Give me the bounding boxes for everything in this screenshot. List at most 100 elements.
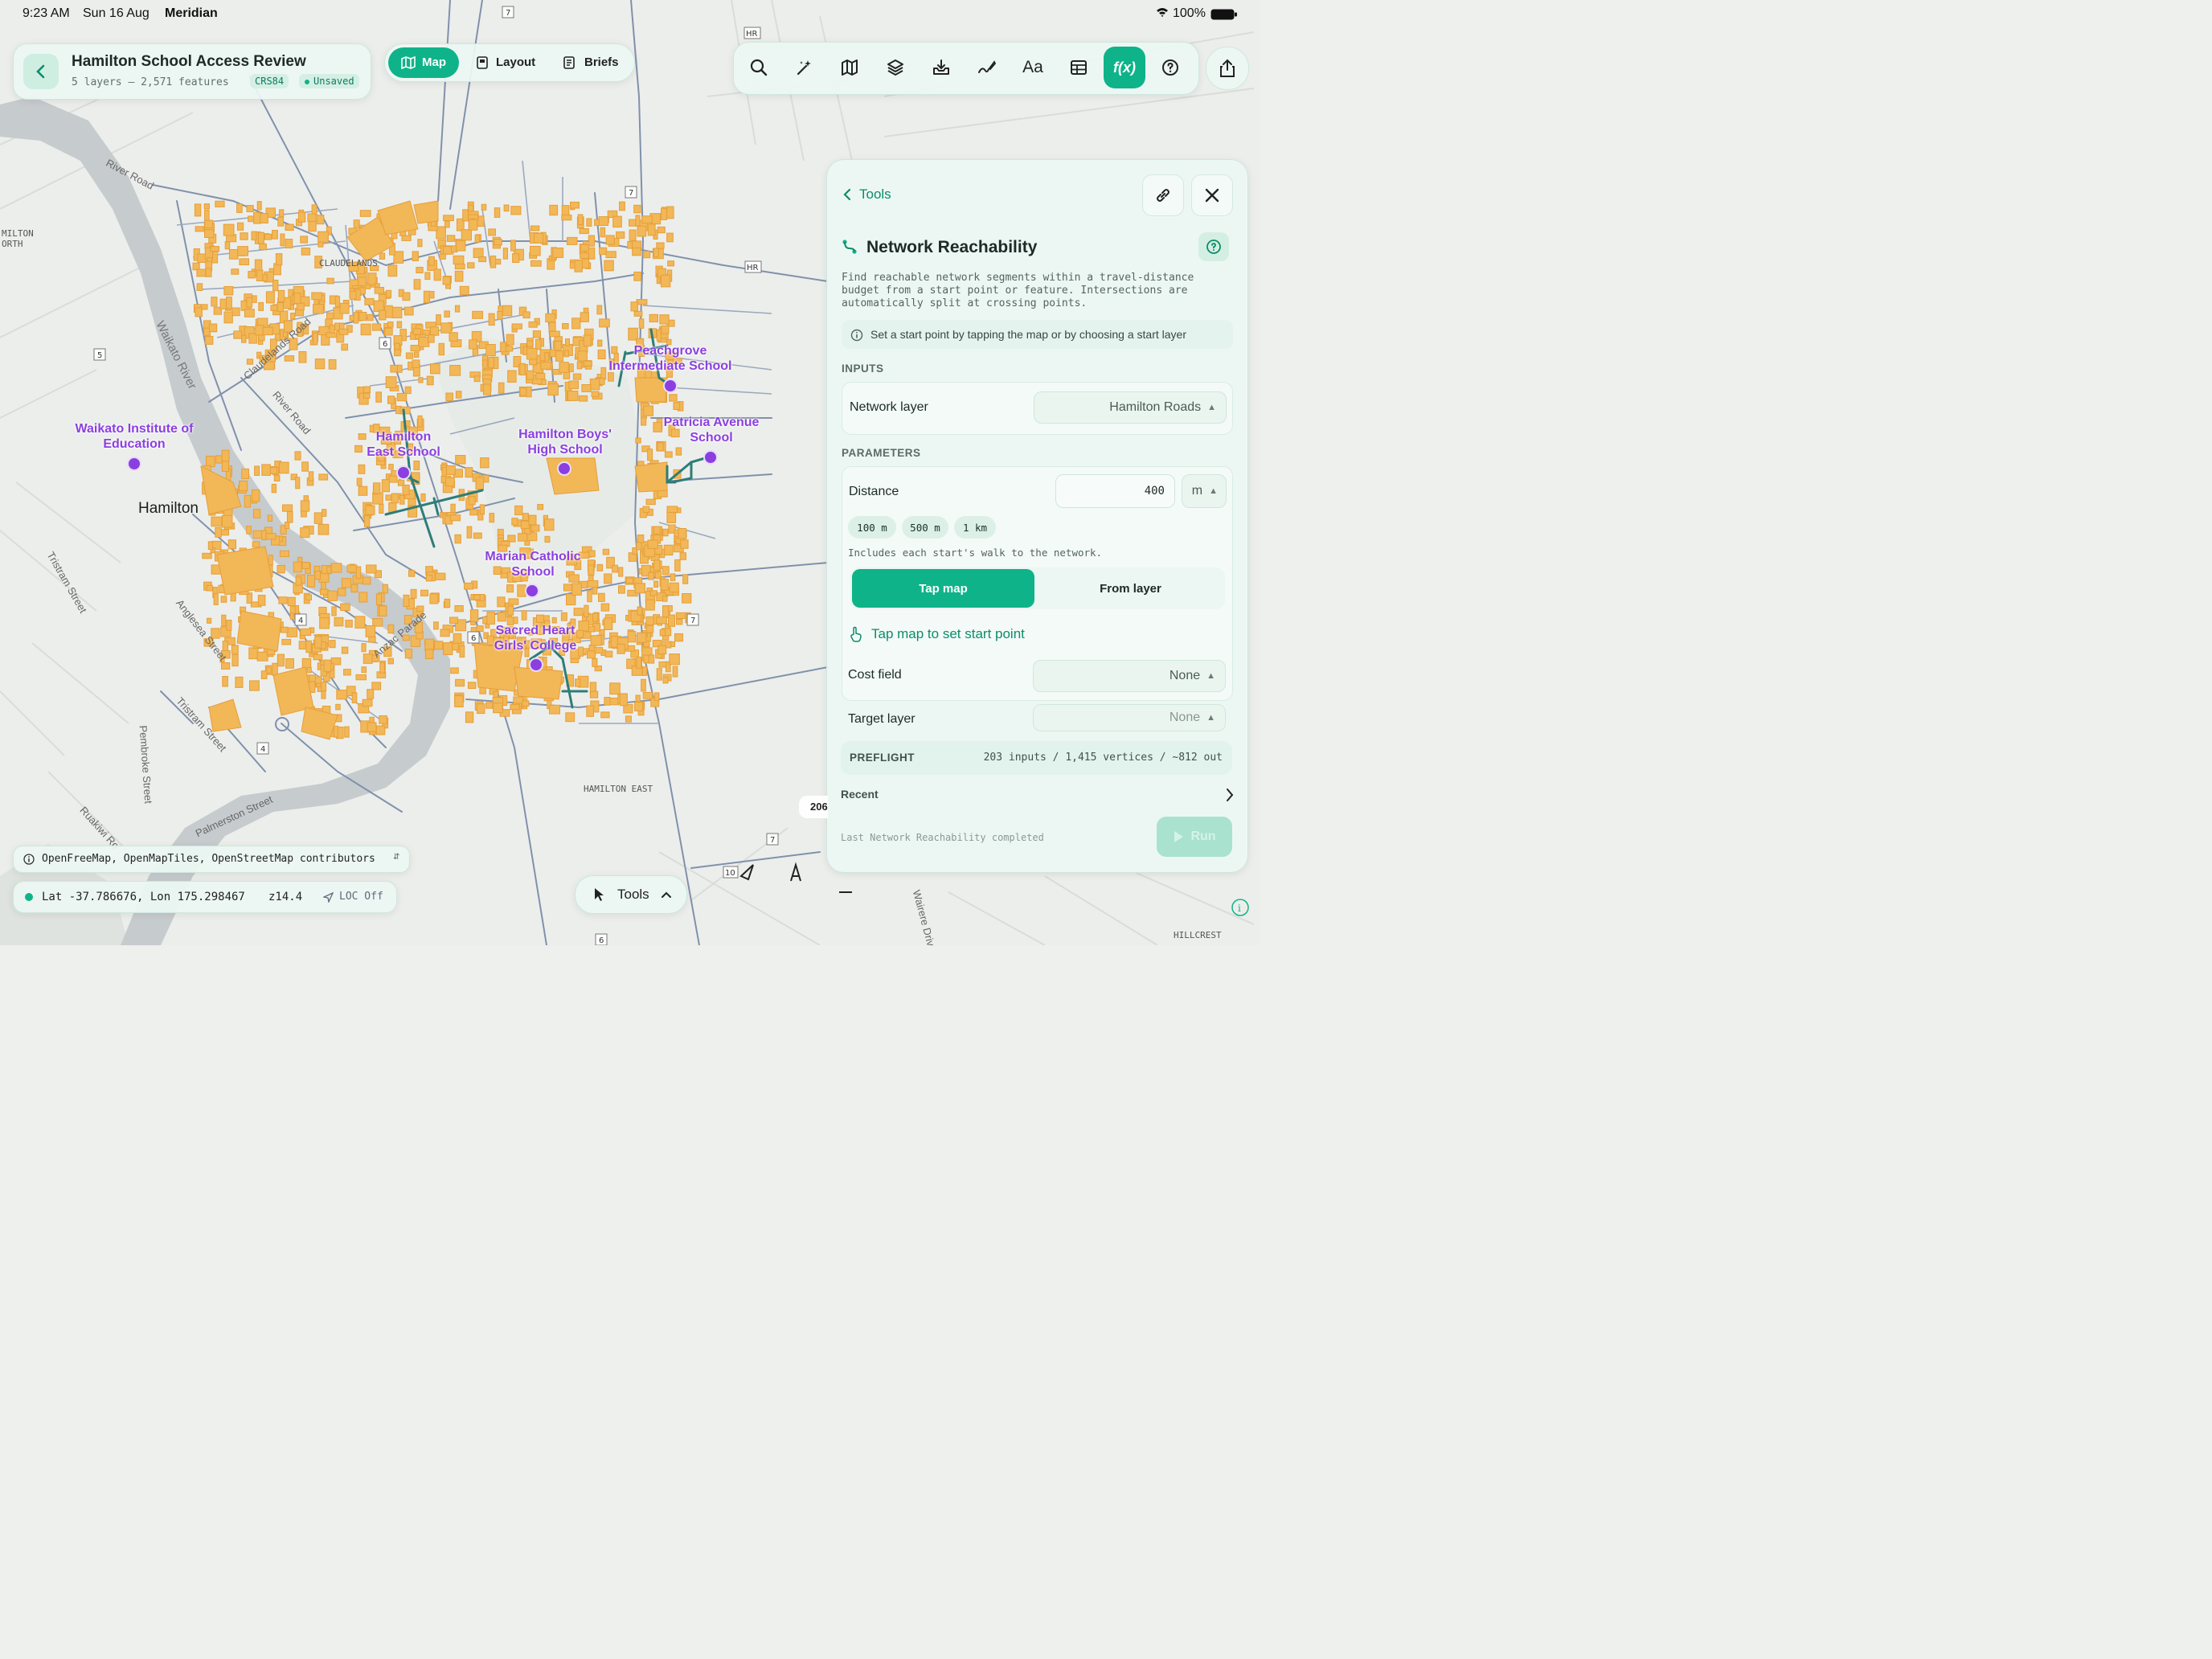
table-icon xyxy=(1071,60,1087,75)
building-footprint xyxy=(530,260,542,267)
cost-field-select[interactable]: None ▲︎ xyxy=(1033,660,1226,692)
building-footprint xyxy=(196,283,203,291)
crs-badge[interactable]: CRS84 xyxy=(250,74,289,88)
building-footprint xyxy=(511,518,518,526)
tab-map-label: Map xyxy=(422,55,446,69)
network-layer-label: Network layer xyxy=(850,400,928,414)
building-footprint xyxy=(314,358,326,370)
tab-map[interactable]: Map xyxy=(388,47,459,78)
back-button[interactable] xyxy=(23,54,59,89)
building-footprint xyxy=(379,309,387,321)
building-footprint xyxy=(641,678,646,692)
building-footprint xyxy=(228,249,239,260)
building-footprint xyxy=(261,464,271,476)
help-icon xyxy=(1162,59,1178,76)
tab-briefs[interactable]: Briefs xyxy=(560,47,629,78)
building-footprint xyxy=(436,314,441,326)
building-footprint xyxy=(329,640,336,649)
building-footprint xyxy=(497,612,506,622)
building-footprint xyxy=(464,582,473,590)
building-footprint xyxy=(362,698,373,707)
tap-prompt[interactable]: Tap map to set start point xyxy=(849,626,1025,642)
building-footprint xyxy=(476,703,485,715)
building-footprint xyxy=(468,219,478,231)
building-footprint xyxy=(244,494,252,508)
building-footprint xyxy=(522,513,529,521)
building-footprint xyxy=(367,722,377,732)
import-button[interactable] xyxy=(920,47,962,88)
from-layer-option[interactable]: From layer xyxy=(1039,569,1222,608)
function-button[interactable]: f(x) xyxy=(1104,47,1145,88)
building-footprint xyxy=(317,523,330,535)
map-icon xyxy=(401,56,416,69)
preset-chip[interactable]: 1 km xyxy=(954,516,996,539)
preset-chip[interactable]: 500 m xyxy=(902,516,948,539)
tools-bottom-button[interactable]: Tools xyxy=(575,875,687,914)
close-button[interactable] xyxy=(1191,174,1233,216)
run-button[interactable]: Run xyxy=(1157,817,1232,857)
distance-input[interactable]: 400 xyxy=(1055,474,1175,508)
distance-unit-select[interactable]: m ▲︎ xyxy=(1182,474,1227,508)
tap-map-option[interactable]: Tap map xyxy=(852,569,1034,608)
link-icon xyxy=(1157,189,1169,202)
building-footprint xyxy=(488,357,494,369)
building-footprint xyxy=(275,253,283,266)
location-toggle[interactable]: LOC Off xyxy=(319,885,391,909)
help-button[interactable] xyxy=(1149,47,1191,88)
building-footprint xyxy=(449,365,461,376)
attribution-bar[interactable]: OpenFreeMap, OpenMapTiles, OpenStreetMap… xyxy=(13,846,410,873)
building-footprint xyxy=(207,617,212,624)
magic-button[interactable] xyxy=(784,47,825,88)
building-footprint xyxy=(379,715,387,724)
building-footprint xyxy=(328,358,337,370)
network-layer-select[interactable]: Hamilton Roads ▲︎ xyxy=(1034,391,1227,424)
basemap-button[interactable] xyxy=(829,47,870,88)
layers-button[interactable] xyxy=(875,47,916,88)
building-footprint xyxy=(354,444,363,453)
copy-link-button[interactable] xyxy=(1142,174,1184,216)
text-style-button[interactable]: Aa xyxy=(1012,47,1054,88)
table-button[interactable] xyxy=(1058,47,1100,88)
target-layer-select[interactable]: None ▲︎ xyxy=(1033,704,1226,731)
building-footprint xyxy=(594,647,604,654)
search-icon xyxy=(750,59,768,76)
chevron-updown-icon: ⇵ xyxy=(393,853,400,862)
building-footprint xyxy=(334,616,344,627)
building-footprint xyxy=(580,312,589,322)
preset-chip[interactable]: 100 m xyxy=(848,516,896,539)
building-footprint xyxy=(313,332,318,346)
recent-row[interactable]: Recent xyxy=(841,786,1235,805)
building-footprint xyxy=(637,632,647,643)
building-footprint xyxy=(510,703,520,711)
building-footprint xyxy=(635,215,641,227)
building-footprint xyxy=(584,604,589,618)
building-footprint xyxy=(206,584,213,592)
building-footprint xyxy=(220,596,227,603)
building-footprint xyxy=(565,338,570,346)
search-button[interactable] xyxy=(738,47,780,88)
tab-layout[interactable]: Layout xyxy=(472,47,544,78)
building-footprint xyxy=(551,616,557,624)
building-footprint xyxy=(284,355,295,362)
building-footprint xyxy=(308,471,314,481)
building-footprint xyxy=(326,277,334,285)
svg-text:i: i xyxy=(1238,903,1241,914)
close-icon xyxy=(1205,188,1219,203)
save-status-badge[interactable]: Unsaved xyxy=(299,74,359,88)
svg-text:6: 6 xyxy=(471,634,476,643)
building-footprint xyxy=(625,577,633,584)
building-footprint xyxy=(481,203,487,211)
building-footprint xyxy=(365,625,376,637)
coordinate-readout: Lat -37.786676, Lon 175.298467 xyxy=(42,891,245,903)
building-footprint xyxy=(385,494,391,501)
building-footprint xyxy=(334,296,341,308)
building-footprint xyxy=(341,578,352,588)
building-footprint xyxy=(209,323,218,333)
building-footprint xyxy=(385,376,397,388)
draw-button[interactable] xyxy=(966,47,1008,88)
building-footprint xyxy=(399,406,411,415)
svg-text:7: 7 xyxy=(690,616,695,625)
panel-back-button[interactable]: Tools xyxy=(842,186,891,203)
share-button[interactable] xyxy=(1206,47,1249,90)
panel-help-button[interactable] xyxy=(1198,232,1229,261)
